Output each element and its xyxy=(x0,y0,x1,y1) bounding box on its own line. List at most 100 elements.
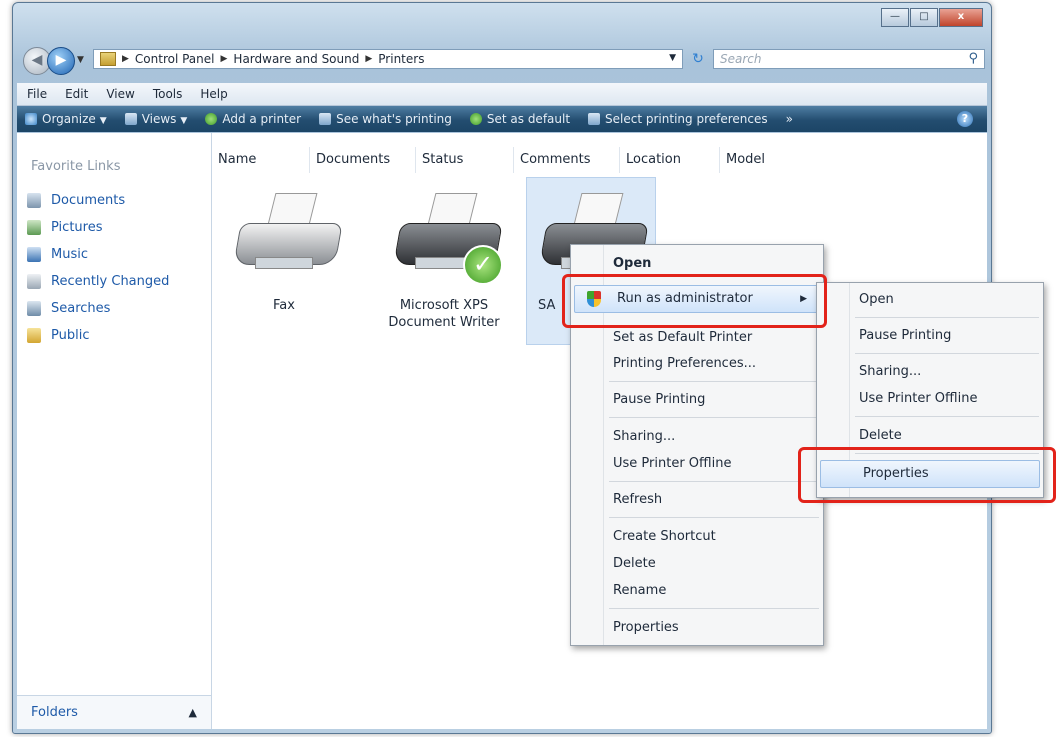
print-queue-icon xyxy=(319,113,332,125)
menu-bar: File Edit View Tools Help xyxy=(17,83,987,106)
menu-item-printing-preferences[interactable]: Printing Preferences... xyxy=(571,351,823,377)
menu-help[interactable]: Help xyxy=(200,87,227,101)
sidebar-item-pictures[interactable]: Pictures xyxy=(27,214,169,241)
column-header-location[interactable]: Location xyxy=(620,147,720,173)
navigation-bar: ◀ ▶ ▼ ▶ Control Panel ▶ Hardware and Sou… xyxy=(17,47,987,75)
printer-item-fax[interactable]: Fax xyxy=(224,191,344,314)
menu-separator xyxy=(609,608,819,609)
menu-separator xyxy=(609,517,819,518)
minimize-button[interactable]: — xyxy=(881,8,909,27)
sidebar-item-music[interactable]: Music xyxy=(27,241,169,268)
sidebar-item-recently-changed[interactable]: Recently Changed xyxy=(27,268,169,295)
views-label: Views xyxy=(141,112,177,126)
add-printer-icon xyxy=(205,113,218,125)
folders-toggle[interactable]: Folders ▲ xyxy=(17,695,211,729)
breadcrumb-control-panel[interactable]: Control Panel xyxy=(135,52,215,66)
recent-pages-dropdown-icon[interactable]: ▼ xyxy=(77,55,84,65)
refresh-icon[interactable]: ↻ xyxy=(687,49,709,69)
views-button[interactable]: Views ▼ xyxy=(124,112,188,126)
select-printing-preferences-label: Select printing preferences xyxy=(605,112,768,126)
submenu-item-delete[interactable]: Delete xyxy=(817,423,1043,449)
menu-item-properties[interactable]: Properties xyxy=(571,615,823,641)
breadcrumb-separator-icon[interactable]: ▶ xyxy=(221,54,228,64)
search-icon[interactable]: ⚲ xyxy=(968,50,978,68)
menu-item-sharing[interactable]: Sharing... xyxy=(571,424,823,450)
see-whats-printing-button[interactable]: See what's printing xyxy=(319,112,452,126)
submenu-item-use-printer-offline[interactable]: Use Printer Offline xyxy=(817,386,1043,412)
command-toolbar: Organize ▼ Views ▼ Add a printer See what'… xyxy=(17,106,987,132)
breadcrumb-hardware-and-sound[interactable]: Hardware and Sound xyxy=(233,52,359,66)
menu-tools[interactable]: Tools xyxy=(153,87,183,101)
menu-separator xyxy=(855,416,1039,417)
menu-separator xyxy=(609,381,819,382)
breadcrumb-printers[interactable]: Printers xyxy=(378,52,424,66)
printer-label: Fax xyxy=(273,298,295,313)
chevron-down-icon: ▼ xyxy=(99,116,107,126)
address-bar[interactable]: ▶ Control Panel ▶ Hardware and Sound ▶ P… xyxy=(93,49,683,69)
submenu-item-pause-printing[interactable]: Pause Printing xyxy=(817,323,1043,349)
sidebar-item-documents[interactable]: Documents xyxy=(27,187,169,214)
documents-icon xyxy=(27,193,41,208)
column-header-model[interactable]: Model xyxy=(720,147,820,173)
chevron-up-icon: ▲ xyxy=(188,706,197,719)
menu-item-set-as-default-printer[interactable]: Set as Default Printer xyxy=(571,325,823,351)
help-icon[interactable]: ? xyxy=(957,111,973,127)
favorite-links-list: Documents Pictures Music Recently Change… xyxy=(27,187,169,349)
printer-item-xps[interactable]: ✓ Microsoft XPS Document Writer xyxy=(374,191,514,331)
menu-edit[interactable]: Edit xyxy=(65,87,88,101)
menu-item-create-shortcut[interactable]: Create Shortcut xyxy=(571,524,823,550)
menu-item-pause-printing[interactable]: Pause Printing xyxy=(571,387,823,413)
menu-item-refresh[interactable]: Refresh xyxy=(571,487,823,513)
breadcrumb-separator-icon[interactable]: ▶ xyxy=(365,54,372,64)
sidebar-item-searches[interactable]: Searches xyxy=(27,295,169,322)
printing-preferences-icon xyxy=(588,113,601,125)
set-default-icon xyxy=(469,113,482,125)
submenu-item-open[interactable]: Open xyxy=(817,287,1043,313)
set-as-default-label: Set as default xyxy=(486,112,571,126)
add-printer-label: Add a printer xyxy=(222,112,302,126)
music-icon xyxy=(27,247,41,262)
sidebar-item-label: Recently Changed xyxy=(51,274,170,289)
sidebar-item-label: Public xyxy=(51,328,90,343)
toolbar-overflow-button[interactable]: » xyxy=(786,112,793,126)
organize-button[interactable]: Organize ▼ xyxy=(25,112,107,126)
column-header-comments[interactable]: Comments xyxy=(514,147,620,173)
breadcrumb-separator-icon[interactable]: ▶ xyxy=(122,54,129,64)
sidebar-item-label: Pictures xyxy=(51,220,103,235)
menu-separator xyxy=(855,353,1039,354)
address-dropdown-icon[interactable]: ▼ xyxy=(669,53,676,63)
column-headers: Name Documents Status Comments Location … xyxy=(212,147,987,173)
control-panel-icon xyxy=(100,52,116,66)
sidebar-item-label: Music xyxy=(51,247,88,262)
add-printer-button[interactable]: Add a printer xyxy=(205,112,301,126)
printer-label: Microsoft XPS Document Writer xyxy=(388,298,500,330)
column-header-status[interactable]: Status xyxy=(416,147,514,173)
forward-arrow-icon[interactable]: ▶ xyxy=(47,47,75,75)
submenu-item-sharing[interactable]: Sharing... xyxy=(817,359,1043,385)
menu-file[interactable]: File xyxy=(27,87,47,101)
menu-view[interactable]: View xyxy=(106,87,134,101)
sidebar-item-public[interactable]: Public xyxy=(27,322,169,349)
printer-tray-icon xyxy=(255,257,313,269)
organize-label: Organize xyxy=(42,112,96,126)
column-header-name[interactable]: Name xyxy=(212,147,310,173)
search-input[interactable]: Search ⚲ xyxy=(713,49,985,69)
select-printing-preferences-button[interactable]: Select printing preferences xyxy=(588,112,768,126)
menu-item-delete[interactable]: Delete xyxy=(571,551,823,577)
maximize-button[interactable]: □ xyxy=(910,8,938,27)
folders-label: Folders xyxy=(31,705,78,720)
window-controls: — □ x xyxy=(881,8,983,27)
see-whats-printing-label: See what's printing xyxy=(336,112,452,126)
sidebar-item-label: Documents xyxy=(51,193,126,208)
close-button[interactable]: x xyxy=(939,8,983,27)
pictures-icon xyxy=(27,220,41,235)
set-as-default-button[interactable]: Set as default xyxy=(469,112,571,126)
column-header-documents[interactable]: Documents xyxy=(310,147,416,173)
menu-item-use-printer-offline[interactable]: Use Printer Offline xyxy=(571,451,823,477)
chevron-down-icon: ▼ xyxy=(180,116,188,126)
menu-item-rename[interactable]: Rename xyxy=(571,578,823,604)
navigation-pane: Favorite Links Documents Pictures Music … xyxy=(17,133,212,729)
default-printer-check-icon: ✓ xyxy=(463,245,503,285)
sidebar-item-label: Searches xyxy=(51,301,111,316)
recently-changed-icon xyxy=(27,274,41,289)
